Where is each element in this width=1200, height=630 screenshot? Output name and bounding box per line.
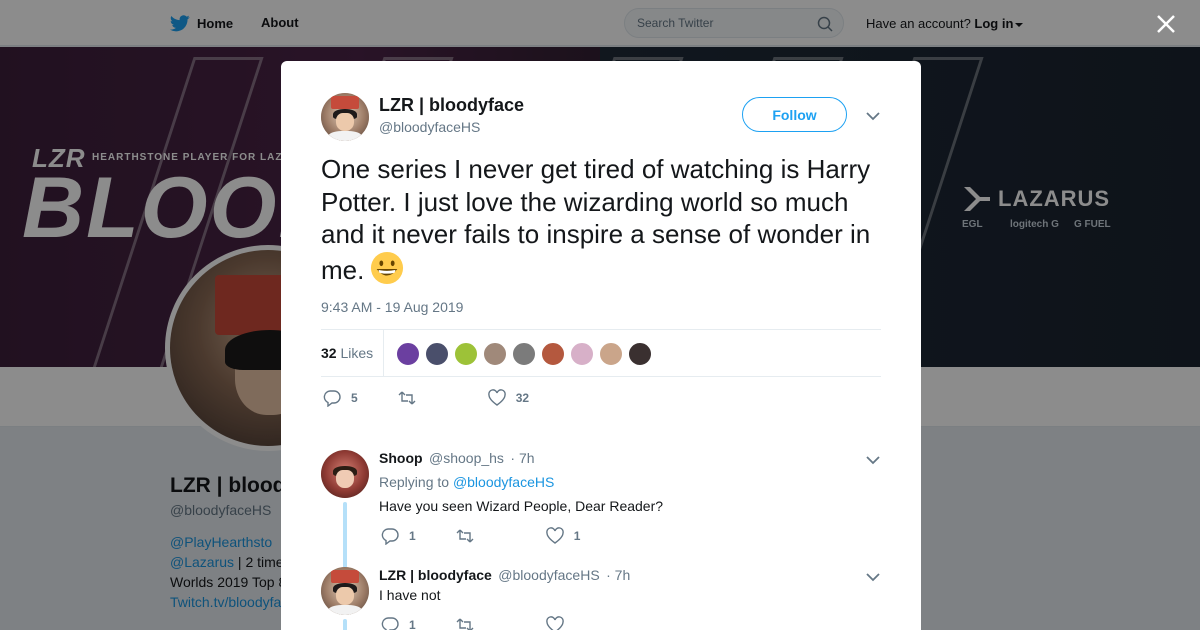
replying-to-link[interactable]: @bloodyfaceHS [453,474,554,490]
avatar-face [336,470,354,489]
like-button[interactable]: 32 [487,389,530,407]
replying-to: Replying to @bloodyfaceHS [379,474,554,490]
retweet-icon [398,391,416,405]
likes-label: Likes [340,345,374,361]
tweet-actions: 5 32 [323,388,529,408]
liker-avatar[interactable] [425,342,449,366]
liker-avatar[interactable] [599,342,623,366]
liker-avatar[interactable] [628,342,652,366]
liker-avatar[interactable] [483,342,507,366]
heart-icon [545,527,564,544]
reply-count: 1 [409,529,416,543]
like-button[interactable] [545,616,574,630]
heart-icon [545,616,564,630]
retweet-icon [456,618,474,630]
retweet-button[interactable] [456,616,484,630]
avatar-shirt [328,131,362,141]
author-handle[interactable]: @bloodyfaceHS [379,119,480,135]
reply-count: 1 [409,618,416,630]
reply-icon [323,390,341,407]
reply-header: LZR | bloodyface @bloodyfaceHS · 7h [379,567,630,585]
reply-button[interactable]: 1 [381,616,416,630]
liker-avatar[interactable] [570,342,594,366]
reply-author-name[interactable]: LZR | bloodyface [379,567,492,583]
reply-time[interactable]: · 7h [606,567,630,583]
avatar-shirt [328,605,362,615]
like-button[interactable]: 1 [545,527,581,545]
reply-text: Have you seen Wizard People, Dear Reader… [379,498,664,514]
reply-header: Shoop @shoop_hs · 7h [379,450,535,468]
avatar-face [336,587,354,606]
liker-avatar[interactable] [396,342,420,366]
reply-author-name[interactable]: Shoop [379,450,423,466]
retweet-button[interactable] [398,389,426,407]
reply-tweet[interactable]: LZR | bloodyface @bloodyfaceHS · 7h I ha… [321,567,881,630]
author-name[interactable]: LZR | bloodyface [379,95,524,116]
avatar-face [336,113,354,132]
reply-time[interactable]: · 7h [510,450,534,466]
reply-count: 5 [351,391,358,405]
likes-number: 32 [321,345,337,361]
divider [383,330,384,376]
reply-avatar[interactable] [321,567,369,615]
chevron-down-icon[interactable] [865,569,881,585]
avatar-box [330,569,360,584]
liker-avatar[interactable] [541,342,565,366]
liker-avatar[interactable] [454,342,478,366]
reply-icon [381,528,399,545]
chevron-down-icon[interactable] [865,108,881,124]
close-icon[interactable] [1152,10,1180,38]
reply-author-handle[interactable]: @shoop_hs [429,450,504,466]
likes-count[interactable]: 32 Likes [321,345,373,361]
avatar-box [330,95,360,110]
reply-icon [381,617,399,630]
follow-button[interactable]: Follow [742,97,847,132]
tweet-timestamp[interactable]: 9:43 AM - 19 Aug 2019 [321,299,463,315]
tweet-text: One series I never get tired of watching… [321,153,881,286]
chevron-down-icon[interactable] [865,452,881,468]
thread-line [343,502,347,572]
heart-icon [487,389,506,406]
reply-text: I have not [379,587,441,603]
reply-avatar[interactable] [321,450,369,498]
like-count: 32 [515,391,530,405]
retweet-button[interactable] [456,527,484,545]
liker-avatar[interactable] [512,342,536,366]
reply-button[interactable]: 5 [323,389,358,407]
tweet-modal: LZR | bloodyface @bloodyfaceHS Follow On… [281,61,921,630]
reply-actions: 1 [381,615,574,630]
reply-actions: 1 1 [381,526,580,546]
author-avatar[interactable] [321,93,369,141]
reply-tweet[interactable]: Shoop @shoop_hs · 7h Replying to @bloody… [321,450,881,572]
replying-to-prefix: Replying to [379,474,450,490]
likes-row: 32 Likes [321,329,881,377]
reply-button[interactable]: 1 [381,527,416,545]
grinning-face-icon [371,251,404,284]
reply-author-handle[interactable]: @bloodyfaceHS [498,567,599,583]
retweet-icon [456,529,474,543]
like-count: 1 [573,529,581,543]
thread-line [343,619,347,630]
